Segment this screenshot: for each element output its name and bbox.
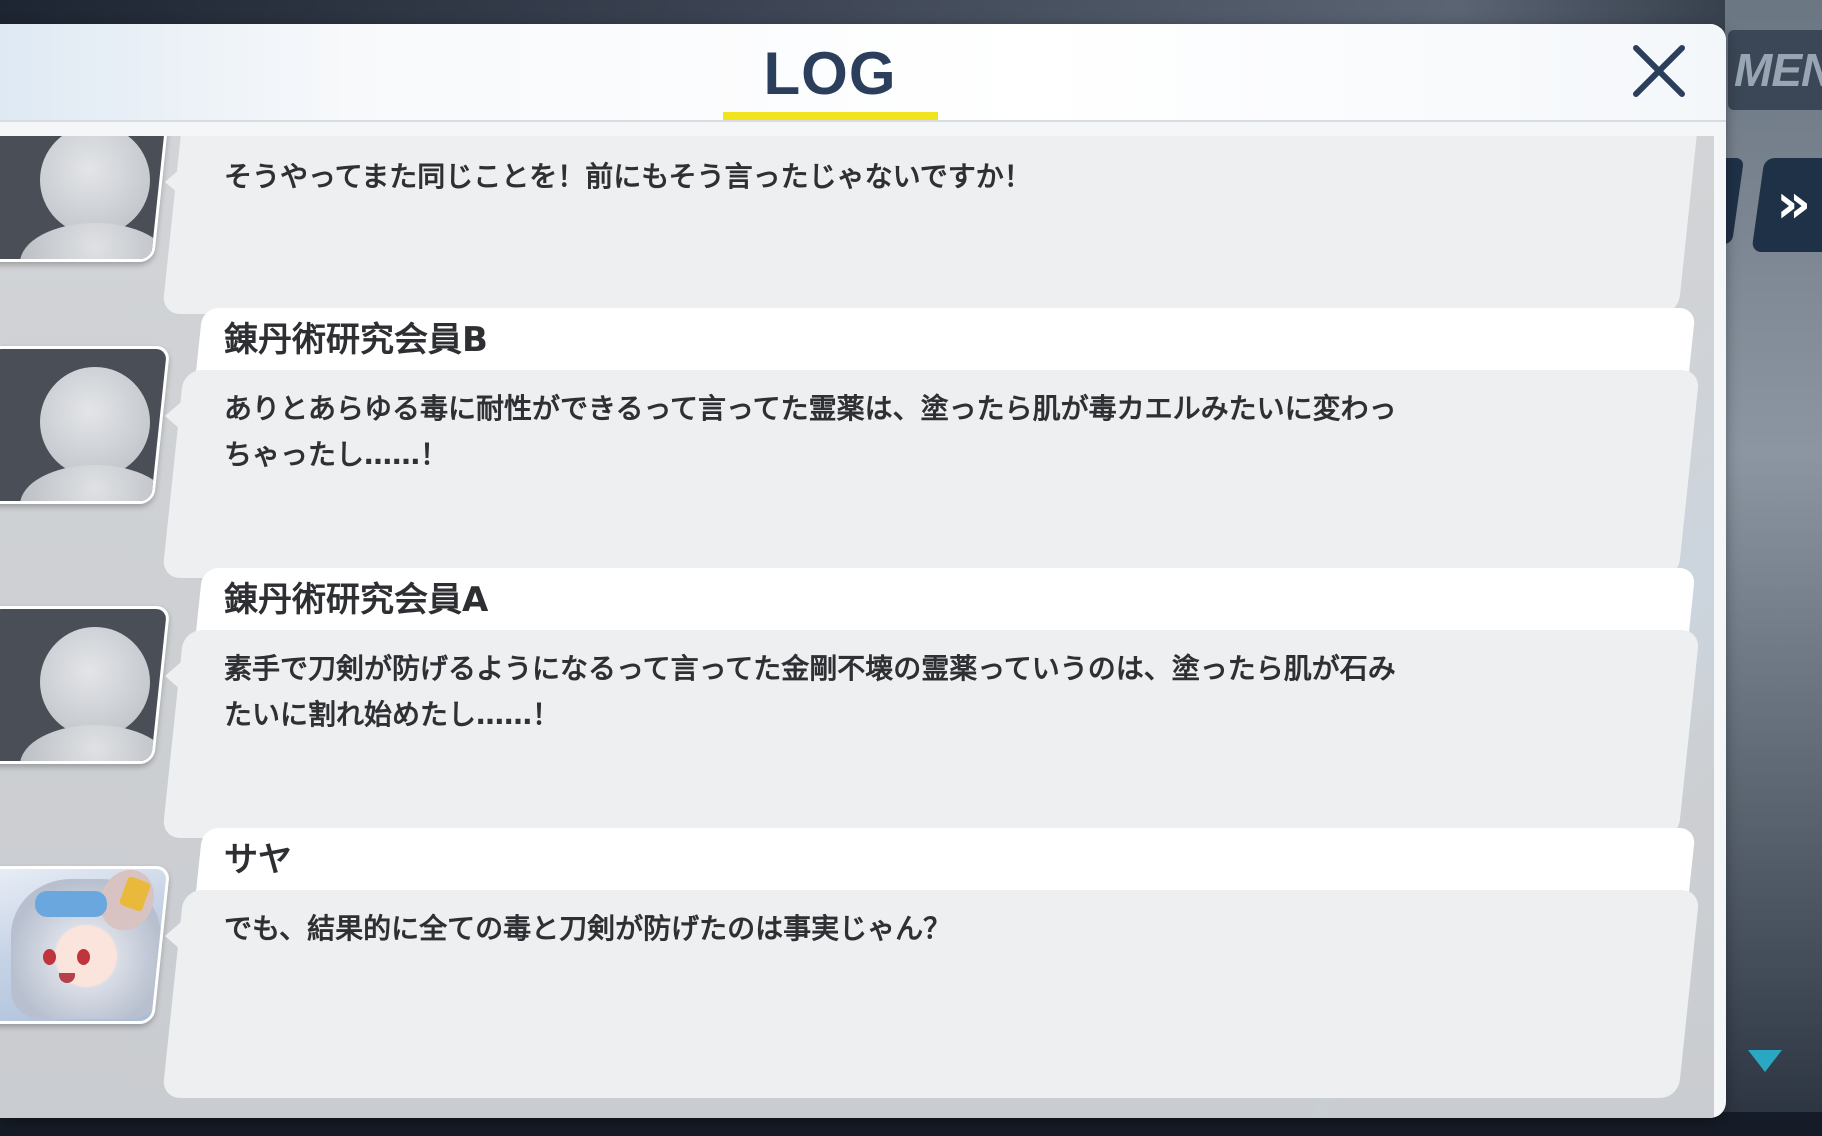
- skip-button[interactable]: »: [1751, 158, 1822, 252]
- message-text: そうやってまた同じことを！前にもそう言ったじゃないですか！: [224, 160, 1032, 193]
- bubble-pointer: [165, 168, 181, 196]
- avatar: [0, 136, 171, 262]
- close-button[interactable]: [1626, 38, 1692, 104]
- speaker-bar: [196, 828, 1696, 892]
- menu-button[interactable]: MEN: [1728, 30, 1822, 110]
- log-entry: そうやってまた同じことを！前にもそう言ったじゃないですか！: [0, 136, 1714, 314]
- log-entry: 錬丹術研究会員A 素手で刀剣が防げるようになるって言ってた金剛不壊の霊薬っていう…: [0, 568, 1714, 864]
- log-list[interactable]: そうやってまた同じことを！前にもそう言ったじゃないですか！ 錬丹術研究会員B あ…: [0, 136, 1714, 1118]
- bubble-pointer: [165, 402, 181, 430]
- bubble-pointer: [165, 662, 181, 690]
- speaker-name: サヤ: [224, 840, 292, 880]
- speaker-name: 錬丹術研究会員A: [224, 580, 489, 620]
- message-text: 素手で刀剣が防げるようになるって言ってた金剛不壊の霊薬っていうのは、塗ったら肌が…: [224, 652, 1396, 731]
- scroll-down-icon[interactable]: [1748, 1050, 1782, 1072]
- avatar: [0, 346, 171, 504]
- fast-forward-icon: »: [1776, 172, 1812, 235]
- close-icon: [1633, 45, 1685, 97]
- header-divider: [0, 120, 1726, 122]
- title-underline: [723, 112, 938, 120]
- character-portrait: [0, 866, 164, 1021]
- avatar: [0, 606, 171, 764]
- speaker-name: 錬丹術研究会員B: [224, 320, 488, 360]
- log-panel: LOG そうやってまた同じことを！前にもそう言ったじゃないですか！ 錬丹術研究会…: [0, 24, 1726, 1118]
- message-text: でも、結果的に全ての毒と刀剣が防げたのは事実じゃん？: [224, 912, 952, 945]
- message-text: ありとあらゆる毒に耐性ができるって言ってた霊薬は、塗ったら肌が毒カエルみたいに変…: [224, 392, 1397, 471]
- bubble-pointer: [165, 922, 181, 950]
- log-entry: 錬丹術研究会員B ありとあらゆる毒に耐性ができるって言ってた霊薬は、塗ったら肌が…: [0, 308, 1714, 604]
- avatar: [0, 866, 171, 1024]
- log-entry: サヤ でも、結果的に全ての毒と刀剣が防げたのは事実じゃん？: [0, 828, 1714, 1118]
- menu-button-label: MEN: [1734, 44, 1822, 96]
- page-title: LOG: [763, 40, 897, 107]
